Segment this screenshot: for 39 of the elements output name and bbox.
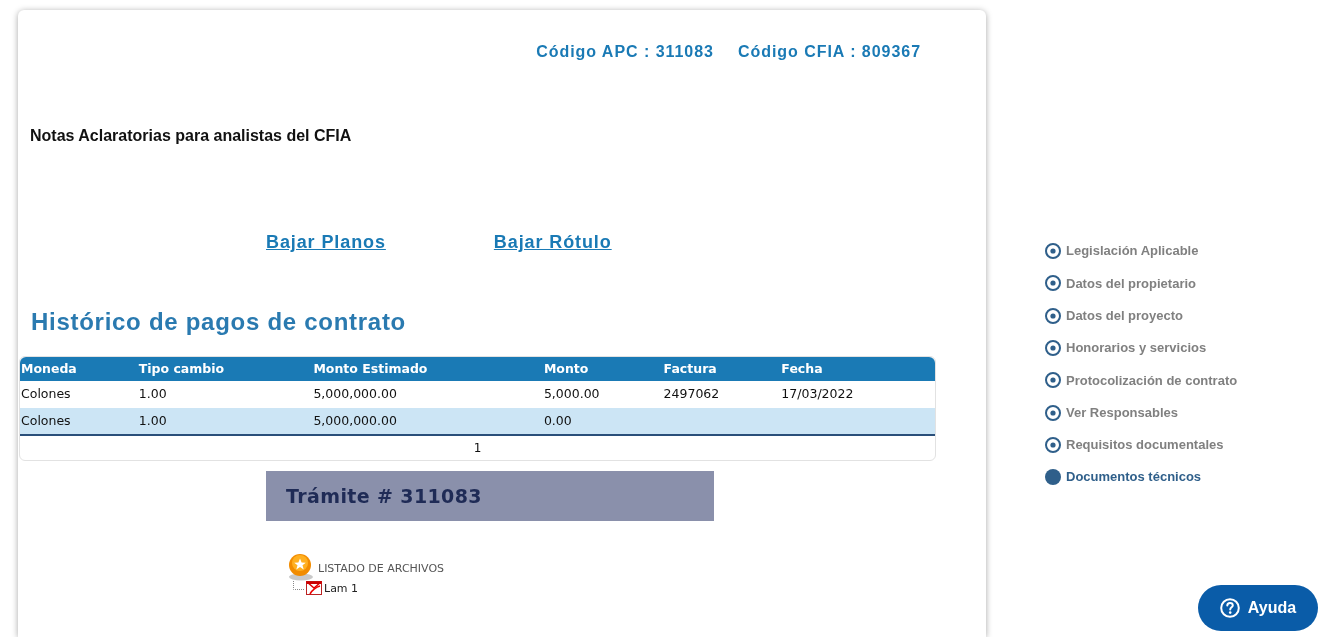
table-cell: 1.00 bbox=[138, 412, 167, 428]
notes-title: Notas Aclaratorias para analistas del CFIA bbox=[30, 127, 352, 145]
tree-item-label[interactable]: Lam 1 bbox=[324, 582, 359, 595]
star-icon bbox=[288, 553, 314, 581]
table-cell: Colones bbox=[21, 386, 71, 402]
nav-item[interactable]: Datos del proyecto bbox=[1045, 299, 1238, 332]
tramite-title: Trámite # 311083 bbox=[286, 483, 482, 509]
table-cell: 1.00 bbox=[138, 386, 167, 402]
file-icon bbox=[306, 581, 322, 595]
download-link[interactable]: Bajar Rótulo bbox=[493, 231, 612, 253]
nav-item[interactable]: Legislación Aplicable bbox=[1045, 235, 1238, 268]
nav-item[interactable]: Honorarios y servicios bbox=[1045, 331, 1238, 365]
table-cell: 5,000.00 bbox=[543, 386, 600, 402]
column-header: Tipo cambio bbox=[137, 359, 226, 378]
code-label: Código APC : 311083 bbox=[536, 42, 714, 62]
download-link[interactable]: Bajar Planos bbox=[266, 231, 386, 253]
table-cell: Colones bbox=[21, 412, 71, 428]
table-cell: 5,000,000.00 bbox=[313, 412, 397, 428]
nav-item[interactable]: Datos del propietario bbox=[1045, 267, 1238, 300]
table-cell: 2497062 bbox=[663, 386, 720, 402]
code-label: Código CFIA : 809367 bbox=[737, 42, 921, 62]
nav-item[interactable]: Requisitos documentales bbox=[1045, 428, 1238, 462]
table-cell: 5,000,000.00 bbox=[313, 386, 397, 402]
tree-root-label[interactable]: LISTADO DE ARCHIVOS bbox=[318, 560, 445, 577]
table-cell: 0.00 bbox=[543, 412, 572, 428]
column-header: Monto Estimado bbox=[312, 359, 429, 378]
column-header: Moneda bbox=[20, 359, 78, 378]
help-icon bbox=[1219, 598, 1240, 618]
page-number[interactable]: 1 bbox=[473, 439, 482, 457]
column-header: Fecha bbox=[780, 359, 824, 378]
column-header: Monto bbox=[542, 359, 590, 378]
column-header: Factura bbox=[662, 359, 718, 378]
nav-item[interactable]: Ver Responsables bbox=[1045, 396, 1238, 429]
tree-connector bbox=[293, 581, 304, 590]
section-heading: Histórico de pagos de contrato bbox=[31, 308, 406, 336]
nav-item[interactable]: Documentos técnicos bbox=[1045, 461, 1238, 494]
nav-item[interactable]: Protocolización de contrato bbox=[1045, 364, 1238, 397]
table-cell: 17/03/2022 bbox=[781, 386, 854, 402]
help-button[interactable]: Ayuda bbox=[1198, 585, 1318, 631]
